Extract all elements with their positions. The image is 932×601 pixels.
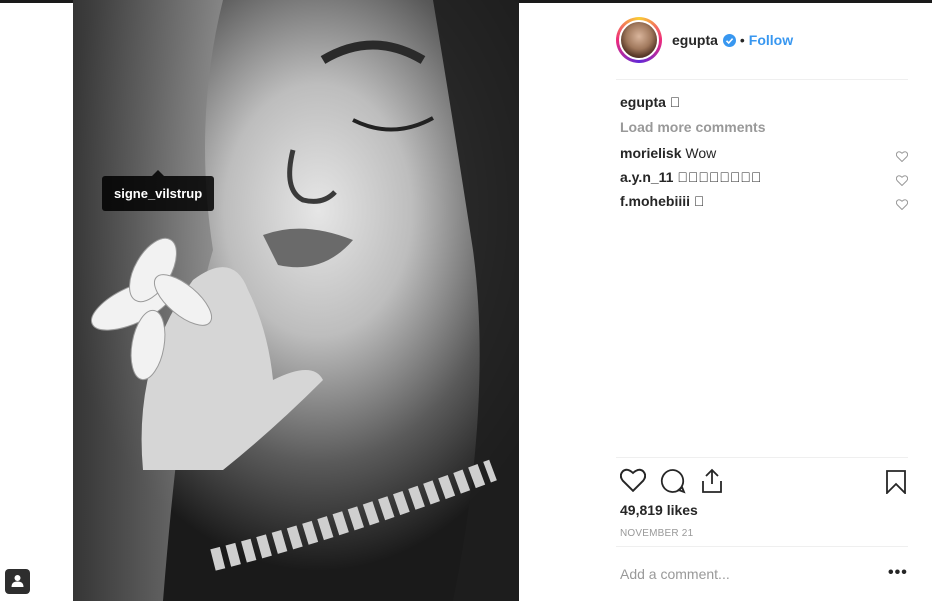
caption-text: 􏿽 [669, 94, 681, 110]
portrait-image [73, 0, 519, 601]
composer-divider [616, 546, 908, 547]
comment-username[interactable]: a.y.n_11 [620, 169, 673, 185]
add-comment-input[interactable]: Add a comment... [620, 566, 730, 582]
user-tag-icon [11, 575, 24, 587]
actions-divider [616, 457, 908, 458]
verified-badge-icon [722, 33, 736, 47]
avatar-story-ring[interactable] [616, 17, 662, 63]
post-header: egupta • Follow [616, 14, 908, 66]
post-details-panel: egupta • Follow egupta 􏿽 Load more comme… [519, 0, 932, 601]
user-tag-button[interactable] [5, 569, 30, 594]
follow-button[interactable]: Follow [749, 32, 793, 48]
action-bar [619, 468, 738, 496]
share-icon[interactable] [700, 468, 724, 496]
more-options-button[interactable]: ••• [888, 564, 908, 582]
comment-like-heart-icon[interactable] [895, 171, 909, 191]
user-tag-label[interactable]: signe_vilstrup [102, 170, 215, 211]
comment-username[interactable]: f.mohebiiii [620, 193, 690, 209]
load-more-comments-button[interactable]: Load more comments [620, 117, 908, 143]
avatar [619, 20, 659, 60]
post-date[interactable]: NOVEMBER 21 [620, 528, 693, 539]
caption: egupta 􏿽 [620, 92, 908, 116]
comment-item: a.y.n_11 􏿽􏿽􏿽􏿽􏿽􏿽􏿽􏿽 [620, 167, 909, 191]
comment-text: 􏿽 [693, 193, 705, 209]
comment-item: f.mohebiiii 􏿽 [620, 191, 909, 215]
caption-username[interactable]: egupta [620, 94, 666, 110]
comment-text: 􏿽􏿽􏿽􏿽􏿽􏿽􏿽􏿽 [677, 169, 762, 185]
header-divider [616, 79, 908, 80]
comments-section: egupta 􏿽 Load more comments morielisk Wo… [620, 92, 909, 215]
post-photo[interactable] [73, 0, 519, 601]
bookmark-icon[interactable] [886, 470, 906, 499]
comment-item: morielisk Wow [620, 143, 909, 167]
comment-username[interactable]: morielisk [620, 145, 681, 161]
comment-like-heart-icon[interactable] [895, 195, 909, 215]
likes-count[interactable]: 49,819 likes [620, 502, 698, 518]
comment-like-heart-icon[interactable] [895, 147, 909, 167]
like-heart-icon[interactable] [619, 468, 647, 496]
comment-bubble-icon[interactable] [660, 468, 686, 496]
comment-text: Wow [685, 145, 717, 161]
header-separator: • [739, 32, 745, 48]
header-username[interactable]: egupta [672, 32, 718, 48]
